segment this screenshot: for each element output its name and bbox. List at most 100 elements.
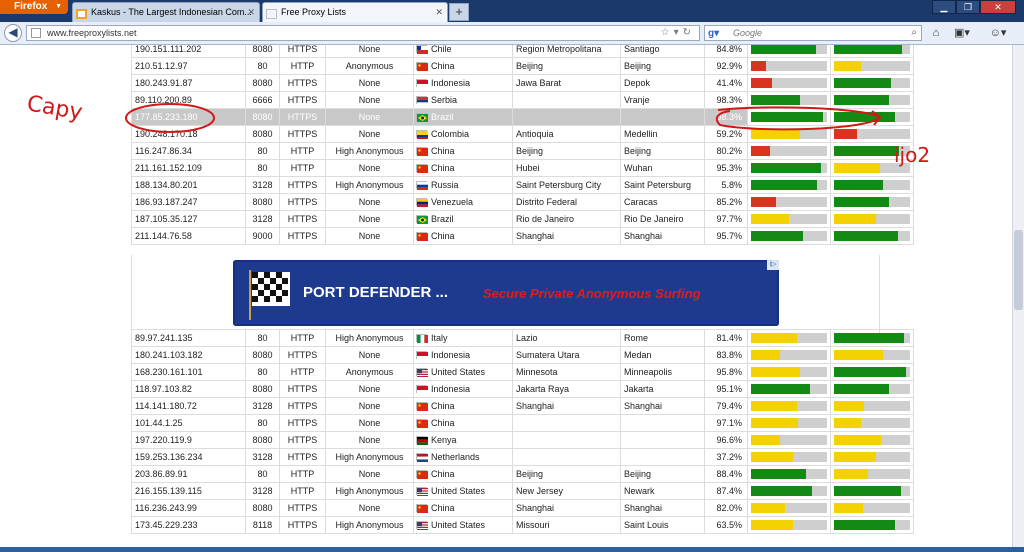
anonymity-cell: None: [325, 465, 414, 483]
city-cell: Shanghai: [620, 227, 705, 245]
anonymity-cell: None: [325, 380, 414, 398]
port-cell: 9000: [245, 227, 280, 245]
dropdown-arrow-icon[interactable]: ▾: [674, 27, 683, 38]
response-bar: [751, 333, 827, 343]
response-bar: [751, 520, 827, 530]
home-icon[interactable]: ⌂: [926, 25, 946, 41]
table-row: 203.86.89.91 80 HTTP None China Beijing Beijin…: [131, 465, 914, 483]
transfer-bar: [834, 78, 910, 88]
country-cell: United States: [413, 516, 513, 534]
city-cell: Shanghai: [620, 499, 705, 517]
transfer-bar-cell: [830, 193, 914, 211]
city-cell: [620, 414, 705, 432]
tab-kaskus[interactable]: Kaskus - The Largest Indonesian Com... ✕: [72, 2, 260, 22]
search-placeholder: Google: [733, 28, 763, 38]
country-cell: China: [413, 57, 513, 75]
url-bar[interactable]: www.freeproxylists.net ☆▾↻: [26, 25, 700, 41]
close-icon[interactable]: ✕: [435, 3, 443, 21]
country-cell: China: [413, 397, 513, 415]
response-bar-fill: [751, 146, 770, 156]
close-icon[interactable]: ✕: [247, 3, 255, 21]
country-cell: Venezuela: [413, 193, 513, 211]
city-cell: Beijing: [620, 57, 705, 75]
transfer-bar: [834, 435, 910, 445]
response-bar-cell: [747, 227, 831, 245]
port-cell: 3128: [245, 482, 280, 500]
table-row: 89.110.200.89 6666 HTTPS None Serbia Vranje 98…: [131, 91, 914, 109]
transfer-bar: [834, 112, 910, 122]
response-bar-cell: [747, 142, 831, 160]
ad-slogan: Secure Private Anonymous Surfing: [483, 286, 701, 301]
transfer-bar-fill: [834, 231, 898, 241]
uptime-cell: 5.8%: [704, 176, 748, 194]
port-cell: 8080: [245, 74, 280, 92]
search-icon[interactable]: ⌕: [911, 26, 917, 40]
uptime-cell: 82.0%: [704, 499, 748, 517]
country-cell: Indonesia: [413, 74, 513, 92]
bookmark-star-icon[interactable]: ☆: [661, 27, 674, 38]
search-input[interactable]: g▾ Google ⌕: [704, 25, 922, 41]
minimize-button[interactable]: ▁: [932, 0, 956, 14]
response-bar-fill: [751, 384, 811, 394]
ip-cell: 180.241.103.182: [131, 346, 246, 364]
port-cell: 8080: [245, 380, 280, 398]
response-bar-fill: [751, 78, 773, 88]
response-bar-cell: [747, 499, 831, 517]
transfer-bar-cell: [830, 363, 914, 381]
city-cell: Vranje: [620, 91, 705, 109]
cn-flag-icon: [416, 147, 428, 156]
country-cell: Italy: [413, 329, 513, 347]
google-icon[interactable]: g▾: [708, 27, 719, 41]
adchoices-icon[interactable]: i▷: [767, 260, 779, 270]
br-flag-icon: [416, 215, 428, 224]
table-row: 159.253.136.234 3128 HTTPS High Anonymous Ne…: [131, 448, 914, 466]
close-window-button[interactable]: ✕: [980, 0, 1016, 14]
ip-cell: 101.44.1.25: [131, 414, 246, 432]
anonymity-cell: High Anonymous: [325, 482, 414, 500]
uptime-cell: 97.7%: [704, 210, 748, 228]
type-cell: HTTPS: [279, 397, 326, 415]
maximize-button[interactable]: ❐: [956, 0, 980, 14]
type-cell: HTTP: [279, 329, 326, 347]
city-cell: Santiago: [620, 45, 705, 58]
addon-toolbar-icon[interactable]: ▣▾: [952, 25, 972, 41]
country-name: Indonesia: [431, 350, 471, 360]
uptime-cell: 95.1%: [704, 380, 748, 398]
reload-icon[interactable]: ↻: [683, 27, 695, 38]
transfer-bar: [834, 452, 910, 462]
anonymity-cell: None: [325, 159, 414, 177]
type-cell: HTTPS: [279, 431, 326, 449]
response-bar-cell: [747, 414, 831, 432]
port-cell: 80: [245, 57, 280, 75]
scrollbar-thumb[interactable]: [1014, 230, 1023, 310]
tab-free-proxy-lists[interactable]: Free Proxy Lists ✕: [262, 2, 448, 22]
uptime-cell: 97.1%: [704, 414, 748, 432]
firefox-menu-button[interactable]: Firefox ▼: [0, 0, 68, 14]
country-name: Kenya: [431, 435, 457, 445]
country-cell: Kenya: [413, 431, 513, 449]
city-cell: Jakarta: [620, 380, 705, 398]
transfer-bar-cell: [830, 380, 914, 398]
it-flag-icon: [416, 334, 428, 343]
response-bar: [751, 197, 827, 207]
addon-face-icon[interactable]: ☺▾: [988, 25, 1008, 41]
ve-flag-icon: [416, 198, 428, 207]
type-cell: HTTPS: [279, 125, 326, 143]
back-arrow-icon[interactable]: ◀: [4, 24, 22, 42]
country-name: China: [431, 401, 455, 411]
port-cell: 80: [245, 142, 280, 160]
response-bar-fill: [751, 435, 780, 445]
type-cell: HTTPS: [279, 74, 326, 92]
country-cell: Brazil: [413, 210, 513, 228]
city-cell: Medan: [620, 346, 705, 364]
response-bar-fill: [751, 112, 824, 122]
new-tab-button[interactable]: +: [449, 3, 469, 21]
response-bar-fill: [751, 197, 777, 207]
ad-banner[interactable]: PORT DEFENDER ... Secure Private Anonymo…: [233, 260, 779, 326]
transfer-bar: [834, 401, 910, 411]
table-row: 211.144.76.58 9000 HTTPS None China Shanghai S…: [131, 227, 914, 245]
vertical-scrollbar[interactable]: [1012, 45, 1024, 547]
type-cell: HTTPS: [279, 448, 326, 466]
country-cell: China: [413, 499, 513, 517]
response-bar-fill: [751, 469, 806, 479]
